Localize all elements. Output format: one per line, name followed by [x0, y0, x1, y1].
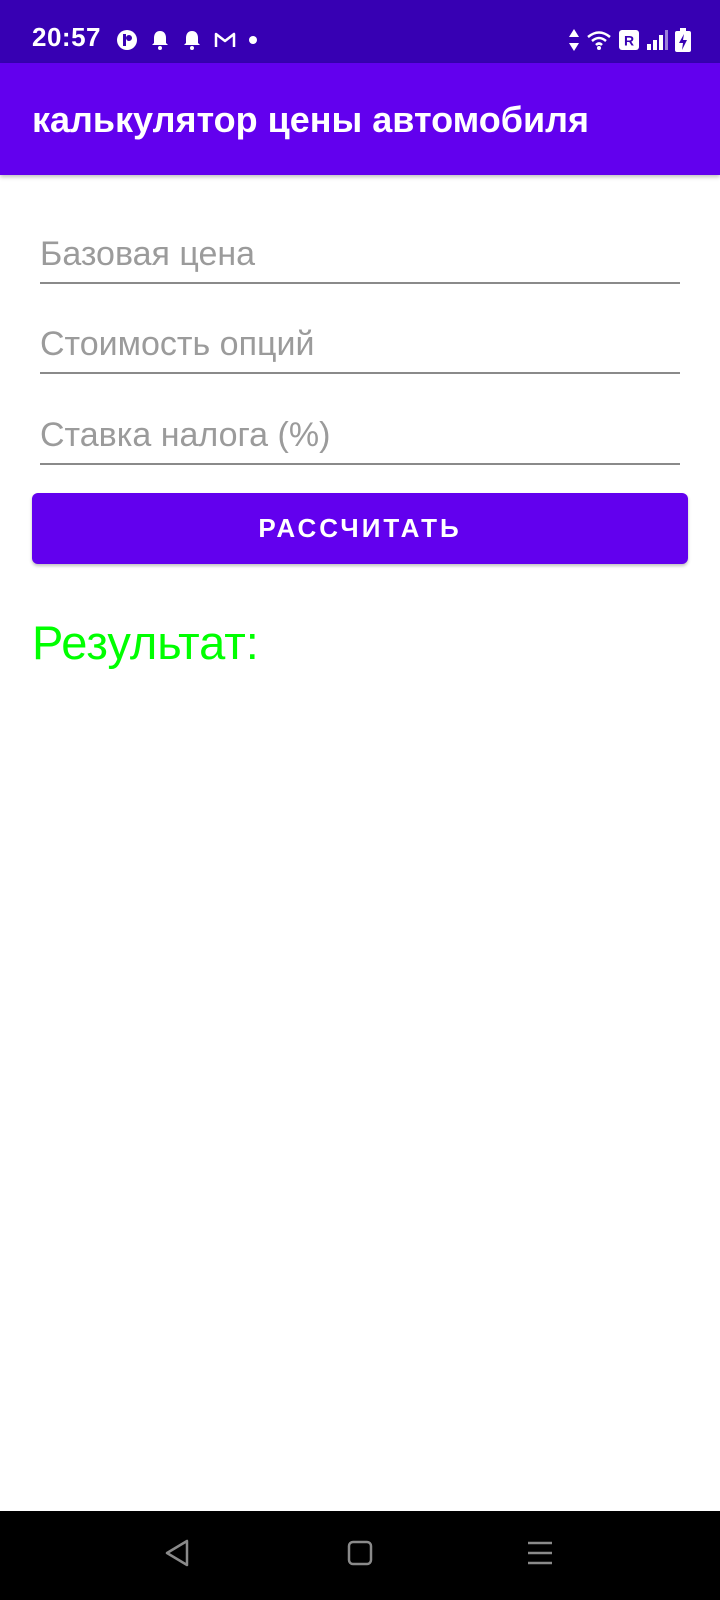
tax-rate-field-container	[40, 407, 680, 465]
status-icons-right: R	[568, 25, 692, 55]
back-icon	[163, 1538, 191, 1573]
base-price-field-container	[40, 226, 680, 284]
back-button[interactable]	[155, 1533, 199, 1577]
status-bar: 20:57 R	[0, 0, 720, 63]
app-bar: калькулятор цены автомобиля	[0, 63, 720, 175]
home-icon	[346, 1539, 374, 1572]
home-button[interactable]	[338, 1533, 382, 1577]
status-time: 20:57	[32, 22, 101, 52]
battery-charging-icon	[674, 27, 692, 53]
gmail-icon	[214, 31, 236, 49]
app-title: калькулятор цены автомобиля	[32, 99, 589, 140]
roaming-icon: R	[618, 29, 640, 51]
dot-icon	[248, 35, 258, 45]
data-arrows-icon	[568, 28, 580, 52]
calculate-button[interactable]: РАССЧИТАТЬ	[32, 493, 688, 564]
menu-button[interactable]	[518, 1533, 562, 1577]
base-price-input[interactable]	[40, 226, 680, 282]
navigation-bar	[0, 1511, 720, 1600]
roaming-label: R	[624, 33, 634, 49]
tax-rate-input[interactable]	[40, 407, 680, 463]
result-label: Результат:	[32, 616, 259, 669]
menu-icon	[526, 1540, 554, 1571]
status-icons-left	[116, 25, 258, 55]
wifi-icon	[586, 29, 612, 51]
bell-icon	[150, 29, 170, 51]
options-cost-field-container	[40, 316, 680, 374]
app-notification-icon	[116, 29, 138, 51]
signal-icon	[646, 29, 668, 51]
screen: 20:57 R калькулятор цены автомобиля Базо…	[0, 0, 720, 1600]
options-cost-input[interactable]	[40, 316, 680, 372]
bell-icon	[182, 29, 202, 51]
